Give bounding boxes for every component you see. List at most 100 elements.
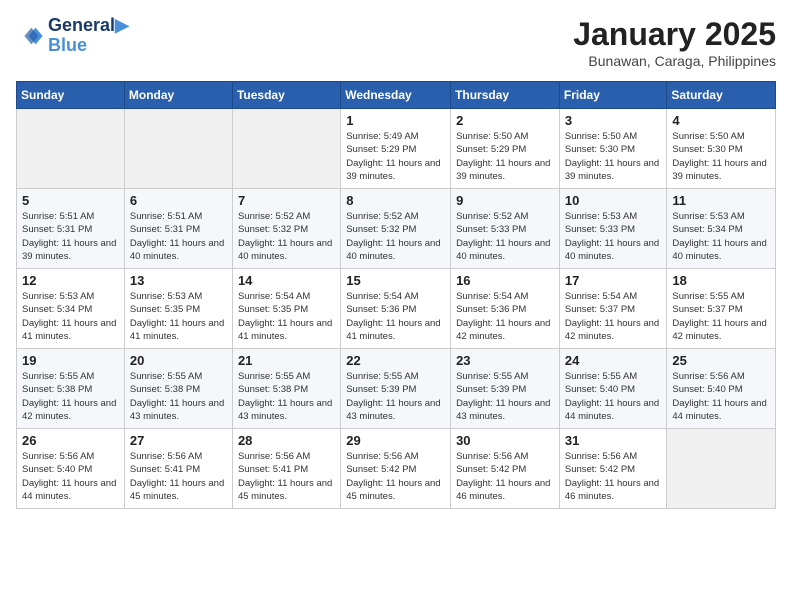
day-number: 26 [22, 433, 119, 448]
day-number: 13 [130, 273, 227, 288]
calendar-cell: 22 Sunrise: 5:55 AMSunset: 5:39 PMDayligh… [341, 349, 451, 429]
day-number: 7 [238, 193, 335, 208]
cell-info: Sunrise: 5:56 AMSunset: 5:41 PMDaylight:… [238, 450, 335, 503]
cell-info: Sunrise: 5:52 AMSunset: 5:33 PMDaylight:… [456, 210, 554, 263]
title-block: January 2025 Bunawan, Caraga, Philippine… [573, 16, 776, 69]
cell-info: Sunrise: 5:53 AMSunset: 5:33 PMDaylight:… [565, 210, 662, 263]
calendar-cell: 20 Sunrise: 5:55 AMSunset: 5:38 PMDayligh… [124, 349, 232, 429]
cell-info: Sunrise: 5:51 AMSunset: 5:31 PMDaylight:… [130, 210, 227, 263]
logo-icon [16, 22, 44, 50]
header-tuesday: Tuesday [232, 82, 340, 109]
day-number: 6 [130, 193, 227, 208]
page-header: General▶ Blue January 2025 Bunawan, Cara… [16, 16, 776, 69]
day-number: 24 [565, 353, 662, 368]
day-number: 28 [238, 433, 335, 448]
header-friday: Friday [559, 82, 667, 109]
calendar-cell: 18 Sunrise: 5:55 AMSunset: 5:37 PMDayligh… [667, 269, 776, 349]
day-number: 16 [456, 273, 554, 288]
cell-info: Sunrise: 5:50 AMSunset: 5:30 PMDaylight:… [672, 130, 770, 183]
cell-info: Sunrise: 5:56 AMSunset: 5:42 PMDaylight:… [565, 450, 662, 503]
day-number: 10 [565, 193, 662, 208]
calendar-week-1: 1 Sunrise: 5:49 AMSunset: 5:29 PMDaylight… [17, 109, 776, 189]
day-number: 18 [672, 273, 770, 288]
calendar-cell [667, 429, 776, 509]
day-number: 23 [456, 353, 554, 368]
calendar-cell: 14 Sunrise: 5:54 AMSunset: 5:35 PMDayligh… [232, 269, 340, 349]
calendar-header: Sunday Monday Tuesday Wednesday Thursday… [17, 82, 776, 109]
header-sunday: Sunday [17, 82, 125, 109]
calendar-table: Sunday Monday Tuesday Wednesday Thursday… [16, 81, 776, 509]
day-number: 25 [672, 353, 770, 368]
cell-info: Sunrise: 5:49 AMSunset: 5:29 PMDaylight:… [346, 130, 445, 183]
calendar-cell: 6 Sunrise: 5:51 AMSunset: 5:31 PMDaylight… [124, 189, 232, 269]
day-number: 27 [130, 433, 227, 448]
calendar-cell: 26 Sunrise: 5:56 AMSunset: 5:40 PMDayligh… [17, 429, 125, 509]
day-number: 30 [456, 433, 554, 448]
calendar-subtitle: Bunawan, Caraga, Philippines [573, 53, 776, 69]
calendar-cell: 30 Sunrise: 5:56 AMSunset: 5:42 PMDayligh… [451, 429, 560, 509]
day-number: 2 [456, 113, 554, 128]
calendar-cell: 9Sunrise: 5:52 AMSunset: 5:33 PMDaylight… [451, 189, 560, 269]
cell-info: Sunrise: 5:55 AMSunset: 5:40 PMDaylight:… [565, 370, 662, 423]
calendar-week-3: 12Sunrise: 5:53 AMSunset: 5:34 PMDayligh… [17, 269, 776, 349]
cell-info: Sunrise: 5:55 AMSunset: 5:37 PMDaylight:… [672, 290, 770, 343]
day-number: 22 [346, 353, 445, 368]
calendar-cell: 12Sunrise: 5:53 AMSunset: 5:34 PMDayligh… [17, 269, 125, 349]
calendar-cell: 11 Sunrise: 5:53 AMSunset: 5:34 PMDayligh… [667, 189, 776, 269]
calendar-cell: 2Sunrise: 5:50 AMSunset: 5:29 PMDaylight… [451, 109, 560, 189]
logo: General▶ Blue [16, 16, 129, 56]
day-number: 17 [565, 273, 662, 288]
calendar-body: 1 Sunrise: 5:49 AMSunset: 5:29 PMDaylight… [17, 109, 776, 509]
cell-info: Sunrise: 5:55 AMSunset: 5:39 PMDaylight:… [346, 370, 445, 423]
cell-info: Sunrise: 5:51 AMSunset: 5:31 PMDaylight:… [22, 210, 119, 263]
cell-info: Sunrise: 5:56 AMSunset: 5:40 PMDaylight:… [22, 450, 119, 503]
calendar-cell: 17 Sunrise: 5:54 AMSunset: 5:37 PMDayligh… [559, 269, 667, 349]
header-saturday: Saturday [667, 82, 776, 109]
cell-info: Sunrise: 5:56 AMSunset: 5:42 PMDaylight:… [456, 450, 554, 503]
cell-info: Sunrise: 5:54 AMSunset: 5:37 PMDaylight:… [565, 290, 662, 343]
calendar-cell: 21Sunrise: 5:55 AMSunset: 5:38 PMDayligh… [232, 349, 340, 429]
cell-info: Sunrise: 5:53 AMSunset: 5:34 PMDaylight:… [672, 210, 770, 263]
calendar-cell: 29Sunrise: 5:56 AMSunset: 5:42 PMDayligh… [341, 429, 451, 509]
calendar-cell: 4Sunrise: 5:50 AMSunset: 5:30 PMDaylight… [667, 109, 776, 189]
calendar-week-5: 26 Sunrise: 5:56 AMSunset: 5:40 PMDayligh… [17, 429, 776, 509]
calendar-cell: 15Sunrise: 5:54 AMSunset: 5:36 PMDayligh… [341, 269, 451, 349]
cell-info: Sunrise: 5:54 AMSunset: 5:35 PMDaylight:… [238, 290, 335, 343]
calendar-cell: 10 Sunrise: 5:53 AMSunset: 5:33 PMDayligh… [559, 189, 667, 269]
calendar-cell: 16Sunrise: 5:54 AMSunset: 5:36 PMDayligh… [451, 269, 560, 349]
calendar-cell: 31Sunrise: 5:56 AMSunset: 5:42 PMDayligh… [559, 429, 667, 509]
calendar-cell: 28 Sunrise: 5:56 AMSunset: 5:41 PMDayligh… [232, 429, 340, 509]
cell-info: Sunrise: 5:56 AMSunset: 5:41 PMDaylight:… [130, 450, 227, 503]
calendar-cell: 19 Sunrise: 5:55 AMSunset: 5:38 PMDayligh… [17, 349, 125, 429]
cell-info: Sunrise: 5:55 AMSunset: 5:38 PMDaylight:… [238, 370, 335, 423]
cell-info: Sunrise: 5:52 AMSunset: 5:32 PMDaylight:… [238, 210, 335, 263]
day-number: 15 [346, 273, 445, 288]
cell-info: Sunrise: 5:55 AMSunset: 5:38 PMDaylight:… [130, 370, 227, 423]
cell-info: Sunrise: 5:52 AMSunset: 5:32 PMDaylight:… [346, 210, 445, 263]
day-number: 14 [238, 273, 335, 288]
day-number: 20 [130, 353, 227, 368]
header-thursday: Thursday [451, 82, 560, 109]
calendar-cell: 24 Sunrise: 5:55 AMSunset: 5:40 PMDayligh… [559, 349, 667, 429]
calendar-cell: 1 Sunrise: 5:49 AMSunset: 5:29 PMDaylight… [341, 109, 451, 189]
header-row: Sunday Monday Tuesday Wednesday Thursday… [17, 82, 776, 109]
calendar-title: January 2025 [573, 16, 776, 53]
cell-info: Sunrise: 5:55 AMSunset: 5:38 PMDaylight:… [22, 370, 119, 423]
header-monday: Monday [124, 82, 232, 109]
calendar-cell: 13 Sunrise: 5:53 AMSunset: 5:35 PMDayligh… [124, 269, 232, 349]
calendar-cell: 5 Sunrise: 5:51 AMSunset: 5:31 PMDaylight… [17, 189, 125, 269]
cell-info: Sunrise: 5:53 AMSunset: 5:35 PMDaylight:… [130, 290, 227, 343]
day-number: 11 [672, 193, 770, 208]
calendar-cell [124, 109, 232, 189]
calendar-cell: 23Sunrise: 5:55 AMSunset: 5:39 PMDayligh… [451, 349, 560, 429]
day-number: 19 [22, 353, 119, 368]
calendar-cell: 8Sunrise: 5:52 AMSunset: 5:32 PMDaylight… [341, 189, 451, 269]
cell-info: Sunrise: 5:50 AMSunset: 5:30 PMDaylight:… [565, 130, 662, 183]
calendar-cell: 7 Sunrise: 5:52 AMSunset: 5:32 PMDaylight… [232, 189, 340, 269]
day-number: 1 [346, 113, 445, 128]
calendar-cell [232, 109, 340, 189]
day-number: 5 [22, 193, 119, 208]
calendar-week-4: 19 Sunrise: 5:55 AMSunset: 5:38 PMDayligh… [17, 349, 776, 429]
day-number: 12 [22, 273, 119, 288]
logo-text: General▶ Blue [48, 16, 129, 56]
